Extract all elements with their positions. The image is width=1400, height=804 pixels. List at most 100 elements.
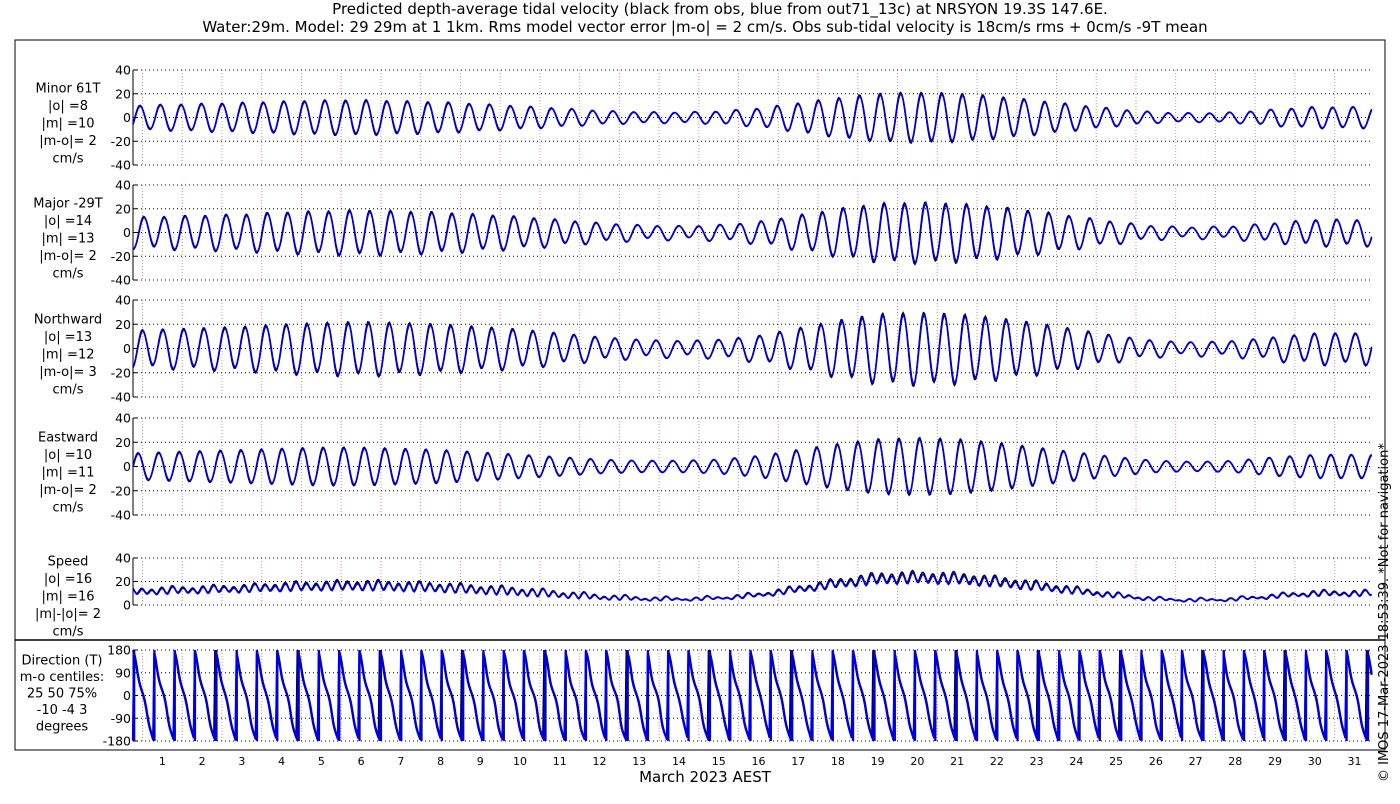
- x-tick-label: 10: [513, 755, 527, 768]
- model-series-line: [1078, 649, 1101, 741]
- panel-label-line: cm/s: [53, 501, 84, 516]
- x-tick-label: 31: [1348, 755, 1362, 768]
- panel-label-line: -10 -4 3: [37, 703, 88, 718]
- panel-label-line: |m| =13: [42, 232, 95, 247]
- panel-label-line: Minor 61T: [36, 82, 101, 97]
- panel-label-line: Northward: [34, 313, 102, 328]
- y-tick-label: -20: [111, 483, 131, 498]
- x-tick-label: 14: [672, 755, 686, 768]
- panel-east: Eastward |o| =10 |m| =11 |m-o|= 2 cm/s 40 20 0 -…: [38, 411, 1373, 523]
- plot-frame: [14, 39, 1386, 751]
- y-tick-label: 180: [107, 643, 131, 658]
- panel-label-line: |m| =11: [42, 466, 95, 481]
- panel-label-line: |o| =10: [44, 448, 92, 463]
- panel-label-line: |m-o|= 2: [39, 134, 97, 149]
- x-tick-label: 17: [791, 755, 805, 768]
- y-tick-label: 40: [115, 63, 131, 78]
- y-tick-label: 20: [115, 201, 131, 216]
- model-series-line: [132, 571, 1372, 603]
- y-tick-label: 0: [123, 688, 131, 703]
- model-series-line: [255, 649, 279, 741]
- model-series-line: [1284, 649, 1308, 741]
- panel-label-line: |m-o|= 2: [39, 483, 97, 498]
- panel-label-line: Major -29T: [33, 197, 102, 212]
- panel-label-line: Speed: [48, 555, 89, 570]
- panel-north: Northward |o| =13 |m| =12 |m-o|= 3 cm/s 40 20 0…: [34, 293, 1373, 405]
- y-tick-label: 40: [115, 411, 131, 426]
- x-tick-label: 23: [1030, 755, 1044, 768]
- panel-label-line: |m| =16: [42, 590, 95, 605]
- x-tick-label: 20: [910, 755, 924, 768]
- panel-label-line: |o| =13: [44, 330, 92, 345]
- model-series-line: [1160, 649, 1184, 741]
- x-tick-label: 16: [751, 755, 765, 768]
- model-series-line: [420, 649, 443, 741]
- model-series-line: [317, 649, 341, 741]
- panel-label-line: cm/s: [53, 625, 84, 640]
- panel-label-line: Direction (T): [22, 654, 103, 669]
- model-series-line: [1366, 653, 1373, 741]
- y-tick-label: 20: [115, 435, 131, 450]
- y-tick-label: 90: [115, 665, 131, 680]
- panel-label-line: |o| =16: [44, 572, 92, 587]
- model-series-line: [913, 649, 937, 741]
- x-tick-label: 9: [477, 755, 484, 768]
- x-tick-label: 29: [1268, 755, 1282, 768]
- x-tick-label: 24: [1069, 755, 1083, 768]
- x-tick-label: 7: [397, 755, 404, 768]
- y-tick-label: 0: [123, 341, 131, 356]
- y-tick-label: 0: [123, 598, 131, 613]
- model-series-line: [975, 649, 999, 741]
- model-series-line: [544, 649, 567, 741]
- model-series-line: [564, 649, 588, 741]
- model-series-line: [133, 202, 1373, 264]
- model-series-line: [338, 649, 361, 741]
- y-tick-label: -20: [111, 365, 131, 380]
- panel-label-line: degrees: [36, 720, 89, 735]
- model-series-line: [626, 649, 650, 741]
- x-tick-label: 11: [553, 755, 567, 768]
- x-tick-label: 13: [632, 755, 646, 768]
- x-tick-label: 8: [437, 755, 444, 768]
- copyright-notice: © IMOS 17-Mar-2023 18:53:39. *Not for na…: [1377, 443, 1392, 782]
- panel-label-line: Eastward: [38, 431, 98, 446]
- model-series-line: [996, 649, 1019, 741]
- x-tick-label: 3: [238, 755, 245, 768]
- panel-label-line: |m-o|= 3: [39, 365, 97, 380]
- panel-minor: Minor 61T |o| =8 |m| =10 |m-o|= 2 cm/s 40 20 0 -…: [36, 63, 1373, 173]
- panel-label-line: |m|-|o|= 2: [35, 607, 101, 622]
- x-tick-label: 25: [1109, 755, 1123, 768]
- y-tick-label: -40: [111, 390, 131, 405]
- y-tick-label: -90: [111, 711, 131, 726]
- x-tick-label: 26: [1149, 755, 1163, 768]
- y-tick-label: 0: [123, 110, 131, 125]
- chart-title-line-1: Predicted depth-average tidal velocity (…: [332, 0, 1108, 19]
- x-tick-label: 12: [593, 755, 607, 768]
- model-series-line: [502, 649, 526, 741]
- panel-label-line: cm/s: [53, 152, 84, 167]
- x-tick-label: 19: [871, 755, 885, 768]
- y-tick-label: 20: [115, 574, 131, 589]
- panel-label-line: |o| =14: [44, 214, 92, 229]
- model-series-line: [379, 649, 403, 741]
- x-tick-label: 27: [1189, 755, 1203, 768]
- x-axis-label: March 2023 AEST: [639, 768, 772, 786]
- y-tick-label: -40: [111, 273, 131, 288]
- model-series-line: [400, 649, 423, 741]
- x-tick-label: 18: [831, 755, 845, 768]
- x-tick-label: 1: [159, 755, 166, 768]
- x-tick-label: 5: [318, 755, 325, 768]
- model-series-line: [1140, 649, 1163, 741]
- y-tick-label: 20: [115, 317, 131, 332]
- model-series-line: [132, 313, 1373, 386]
- y-tick-label: 40: [115, 293, 131, 308]
- x-tick-label: 4: [278, 755, 285, 768]
- x-tick-label: 22: [990, 755, 1004, 768]
- panel-label-line: m-o centiles:: [20, 670, 105, 685]
- model-series-line: [1120, 649, 1143, 741]
- panel-label-line: cm/s: [53, 383, 84, 398]
- y-tick-label: -20: [111, 134, 131, 149]
- x-tick-label: 6: [358, 755, 365, 768]
- panel-direction: Direction (T)m-o centiles: 25 50 75%-10 -…: [20, 643, 1373, 749]
- panel-label-line: |m| =12: [42, 348, 95, 363]
